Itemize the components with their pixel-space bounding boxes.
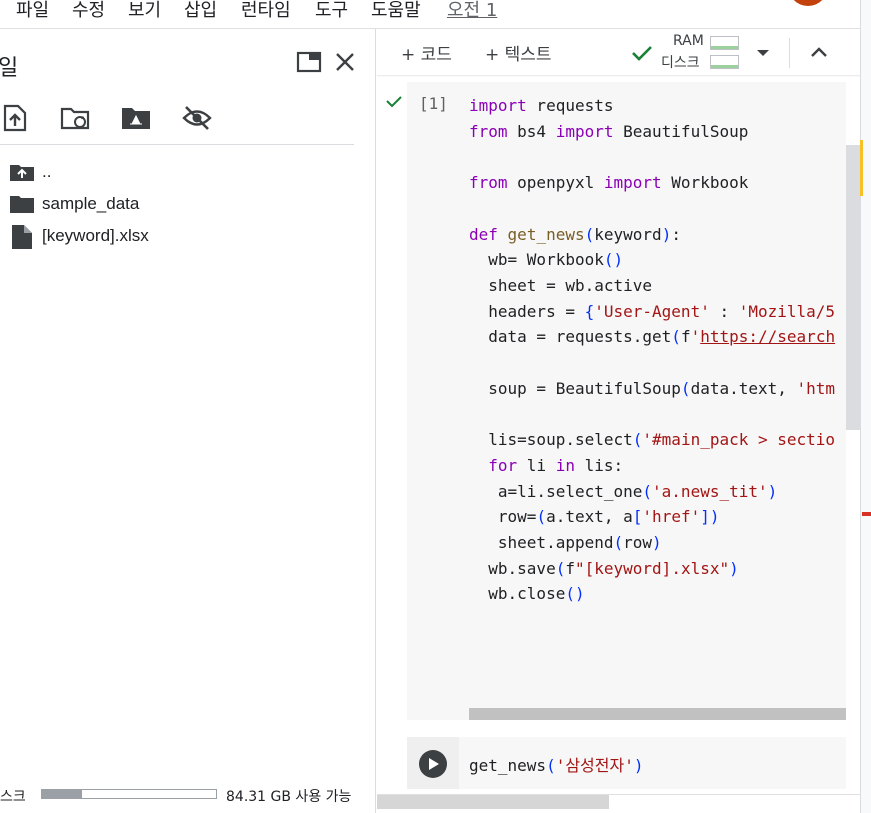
code-line: wb.close() bbox=[469, 584, 585, 604]
folder-up-icon bbox=[10, 165, 34, 181]
divider bbox=[789, 38, 790, 68]
add-code-button[interactable]: + 코드 bbox=[401, 40, 452, 65]
menu-help[interactable]: 도움말 bbox=[371, 0, 421, 22]
code-line: data = requests.get(f'https://search bbox=[469, 327, 836, 347]
cell2-code[interactable]: get_news('삼성전자') bbox=[469, 752, 644, 776]
menu-bar: 파일 수정 보기 삽입 런타임 도구 도움말 오전 1 bbox=[0, 0, 860, 28]
code-line: def get_news(keyword): bbox=[469, 224, 681, 244]
tree-item-label: .. bbox=[42, 162, 52, 181]
last-saved-link[interactable]: 오전 1 bbox=[447, 0, 497, 22]
disk-usage-mini-bar[interactable] bbox=[710, 55, 739, 69]
vertical-scrollbar[interactable] bbox=[846, 145, 860, 430]
code-line: for li in lis: bbox=[488, 455, 624, 475]
menu-insert[interactable]: 삽입 bbox=[184, 0, 217, 22]
connected-check-icon bbox=[632, 46, 652, 61]
play-icon bbox=[429, 758, 439, 770]
folder-icon bbox=[10, 196, 34, 213]
tree-item-label: [keyword].xlsx bbox=[42, 226, 149, 245]
file-icon bbox=[12, 225, 32, 249]
maximize-panel-icon[interactable] bbox=[296, 51, 322, 73]
code-line: import requests bbox=[469, 96, 614, 115]
ram-label: RAM bbox=[673, 33, 704, 49]
code-line: headers = {'User-Agent' : 'Mozilla/5 bbox=[469, 301, 836, 321]
code-line: sheet = wb.active bbox=[469, 275, 653, 295]
code-line: soup = BeautifulSoup(data.text, 'htm bbox=[469, 378, 836, 398]
notebook-toolbar: + 코드 + 텍스트 bbox=[377, 29, 860, 75]
menu-view[interactable]: 보기 bbox=[128, 0, 161, 22]
code-line: wb= Workbook() bbox=[469, 250, 624, 270]
hide-hidden-files-icon[interactable] bbox=[182, 105, 212, 131]
menu-tools[interactable]: 도구 bbox=[315, 0, 348, 22]
code-line: a=li.select_one('a.news_tit') bbox=[469, 481, 778, 501]
code-line: wb.save(f"[keyword].xlsx") bbox=[469, 558, 739, 578]
disk-label: 스크 bbox=[0, 789, 26, 805]
file-panel bbox=[0, 29, 376, 813]
menu-runtime[interactable]: 런타임 bbox=[241, 0, 291, 22]
code-line: lis=soup.select('#main_pack > sectio bbox=[469, 430, 836, 450]
edge-marker bbox=[862, 512, 871, 516]
run-cell-button[interactable] bbox=[419, 750, 447, 778]
disk-resource-label: 디스크 bbox=[661, 55, 700, 71]
divider bbox=[0, 144, 354, 145]
disk-free-text: 84.31 GB 사용 가능 bbox=[226, 789, 352, 805]
refresh-folder-icon[interactable] bbox=[60, 106, 92, 132]
disk-usage-fill bbox=[42, 790, 83, 798]
run-success-check-icon bbox=[386, 96, 402, 108]
window-edge bbox=[860, 0, 871, 813]
code-line: row=(a.text, a['href']) bbox=[469, 507, 720, 527]
bottom-scrollbar[interactable] bbox=[377, 795, 609, 809]
menu-edit[interactable]: 수정 bbox=[72, 0, 105, 22]
code-editor[interactable]: import requests from bs4 import Beautifu… bbox=[469, 93, 846, 703]
disk-usage-bar bbox=[41, 789, 217, 799]
close-panel-icon[interactable] bbox=[334, 51, 356, 73]
code-line: sheet.append(row) bbox=[469, 532, 662, 552]
toolbar-shadow bbox=[377, 75, 860, 77]
upload-file-icon[interactable] bbox=[2, 104, 28, 132]
mount-drive-icon[interactable] bbox=[121, 106, 151, 130]
execution-count: [1] bbox=[419, 94, 448, 113]
add-text-button[interactable]: + 텍스트 bbox=[485, 40, 552, 65]
menu-file[interactable]: 파일 bbox=[16, 0, 49, 22]
edge-marker bbox=[860, 140, 863, 196]
tree-item-label: sample_data bbox=[42, 194, 140, 213]
collapse-header-icon[interactable] bbox=[809, 45, 829, 59]
code-line: from openpyxl import Workbook bbox=[469, 173, 749, 193]
ram-usage-bar[interactable] bbox=[710, 36, 739, 50]
horizontal-scrollbar[interactable] bbox=[469, 708, 846, 720]
panel-title: 일 bbox=[0, 56, 19, 81]
code-line: from bs4 import BeautifulSoup bbox=[469, 121, 749, 141]
caret-down-icon[interactable] bbox=[756, 48, 770, 58]
